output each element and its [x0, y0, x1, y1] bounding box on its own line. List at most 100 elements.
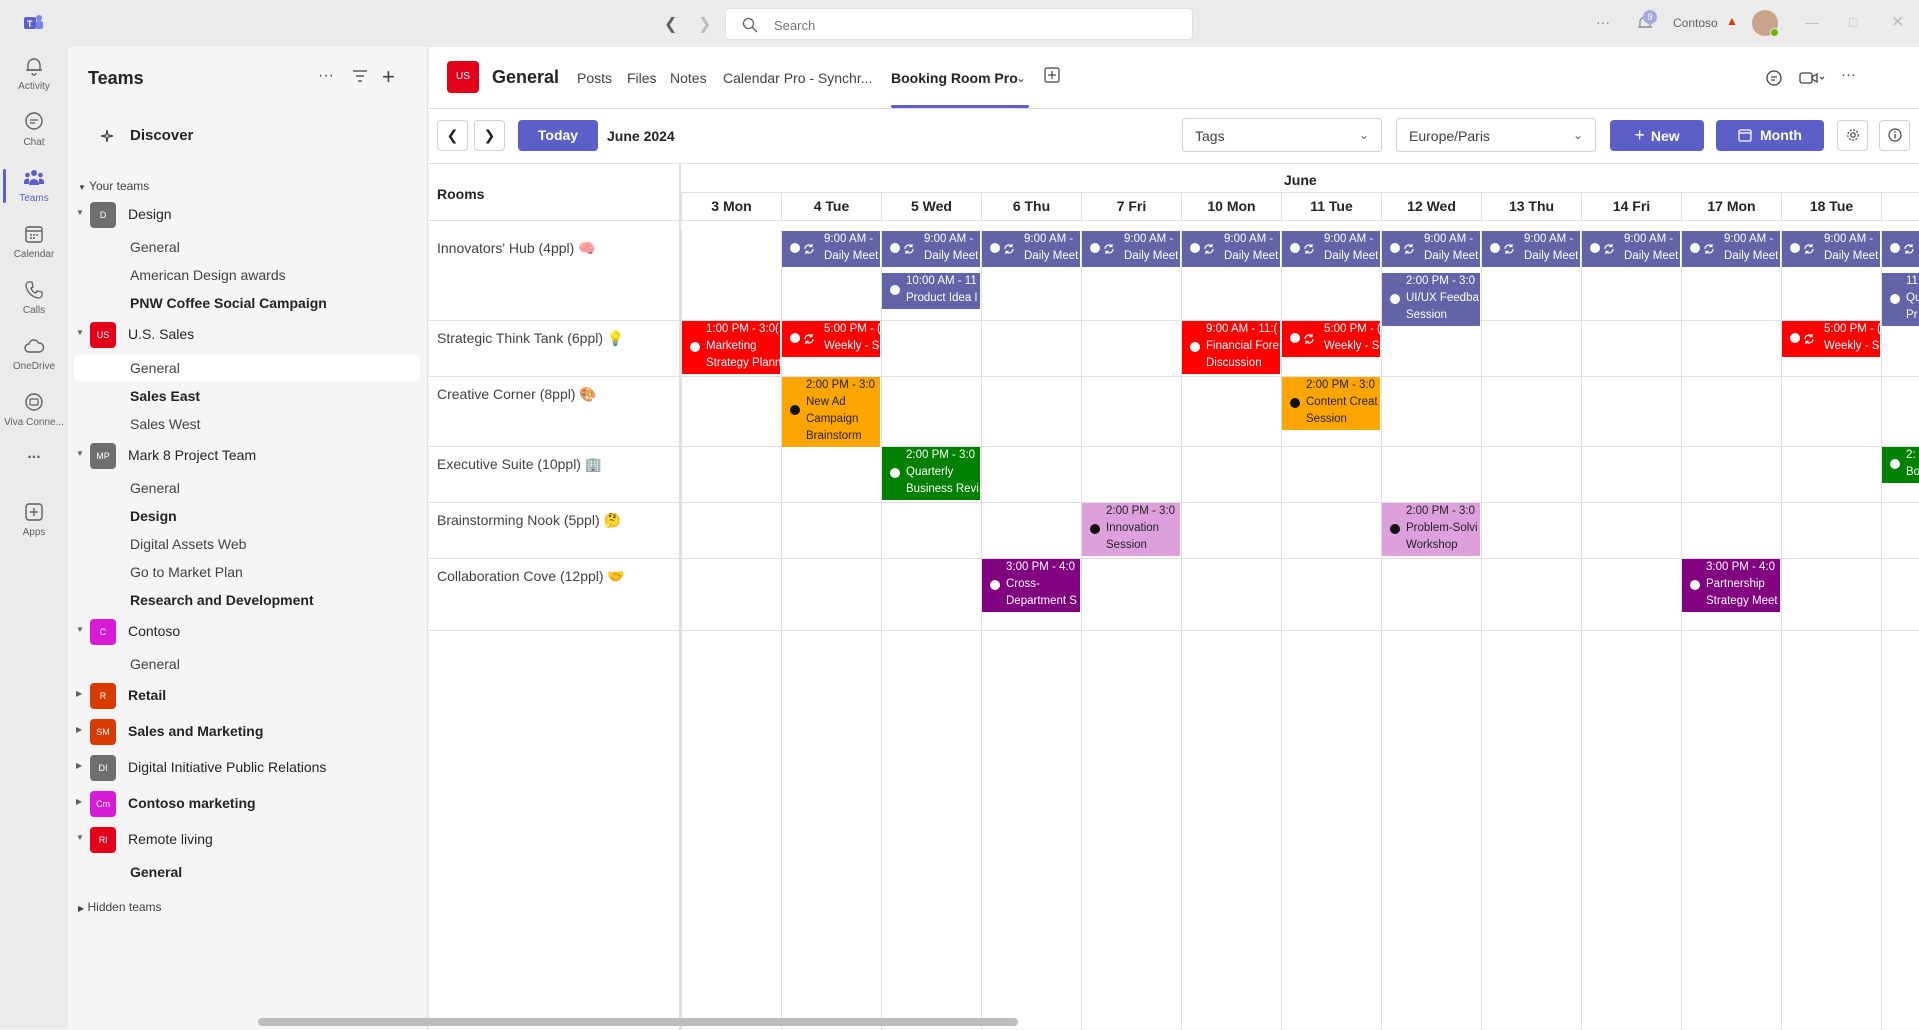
forward-arrow-icon[interactable]: ❯	[698, 14, 711, 34]
booking-event[interactable]: 1:00 PM - 3:0(Marketing Strategy Plann	[682, 321, 780, 374]
booking-event[interactable]: 2:00 PM - 3:0 Quarterly Business Revi	[882, 447, 980, 500]
more-options-icon[interactable]: ···	[318, 67, 334, 85]
booking-event[interactable]: 9:00 AM - Daily Meet	[1582, 231, 1680, 267]
more-options-icon[interactable]: ···	[1841, 66, 1856, 83]
more-apps-icon[interactable]: ...	[0, 445, 68, 499]
settings-button[interactable]	[1837, 120, 1868, 151]
booking-event[interactable]: 3:00 PM - 4:0 Cross- Department S	[982, 559, 1080, 612]
room-label[interactable]: Collaboration Cove (12ppl) 🤝	[437, 568, 625, 585]
rail-item-calendar[interactable]: Calendar	[0, 215, 68, 269]
booking-event[interactable]: 2:00 PM - 3:0 UI/UX Feedba Session	[1382, 273, 1480, 326]
team-us-sales[interactable]: ▼ US U.S. Sales	[76, 320, 420, 348]
rail-item-onedrive[interactable]: OneDrive	[0, 327, 68, 381]
close-icon[interactable]: ✕	[1891, 12, 1904, 32]
room-label[interactable]: Creative Corner (8ppl) 🎨	[437, 386, 597, 403]
booking-event[interactable]: 5:00 PM - (Weekly - S	[1782, 321, 1880, 357]
add-tab-icon[interactable]	[1044, 67, 1060, 86]
tab-calendar-pro[interactable]: Calendar Pro - Synchr...	[723, 70, 872, 86]
next-button[interactable]: ❯	[474, 120, 505, 151]
booking-event[interactable]: 9:00 AM - Daily Meet	[1282, 231, 1380, 267]
horizontal-scrollbar[interactable]	[258, 1018, 1018, 1026]
room-label[interactable]: Innovators' Hub (4ppl) 🧠	[437, 240, 596, 257]
tab-posts[interactable]: Posts	[577, 70, 612, 86]
org-name[interactable]: Contoso	[1673, 16, 1718, 30]
channel-general[interactable]: General	[74, 475, 420, 501]
previous-button[interactable]: ❮	[437, 120, 468, 151]
room-label[interactable]: Brainstorming Nook (5ppl) 🤔	[437, 512, 621, 529]
team-remote-living[interactable]: ▼ Rl Remote living	[76, 825, 420, 853]
channel-research-development[interactable]: Research and Development	[74, 587, 420, 613]
rail-item-viva[interactable]: Viva Conne...	[0, 383, 68, 437]
search-input[interactable]	[774, 15, 1174, 35]
booking-event[interactable]: 9:00 AM - Daily Meet	[1382, 231, 1480, 267]
more-options-icon[interactable]: ···	[1596, 14, 1610, 30]
tab-files[interactable]: Files	[627, 70, 657, 86]
booking-event[interactable]: 11 Qu Pr	[1882, 273, 1919, 326]
video-call-icon[interactable]	[1799, 69, 1825, 91]
channel-go-to-market[interactable]: Go to Market Plan	[74, 559, 420, 585]
booking-event[interactable]: 2: Bo	[1882, 447, 1919, 483]
hidden-teams-header[interactable]: ▶ Hidden teams	[78, 900, 162, 914]
booking-event[interactable]: 2:00 PM - 3:0 Content Creat Session	[1282, 377, 1380, 430]
booking-event[interactable]: 2:00 PM - 3:0 Innovation Session	[1082, 503, 1180, 556]
tab-booking-room-pro[interactable]: Booking Room Pro	[891, 70, 1018, 86]
booking-event[interactable]: 2:00 PM - 3:0 Problem-Solvi Workshop	[1382, 503, 1480, 556]
booking-event[interactable]: 5:00 PM - (Weekly - S	[782, 321, 880, 357]
booking-event[interactable]: 9:00 AM - Daily Meet	[1082, 231, 1180, 267]
room-label[interactable]: Executive Suite (10ppl) 🏢	[437, 456, 602, 473]
month-view-button[interactable]: Month	[1716, 120, 1824, 151]
booking-event[interactable]: 9:00 AM - Daily Meet	[882, 231, 980, 267]
booking-event[interactable]: 9:00 AM - Daily Meet	[1782, 231, 1880, 267]
tab-notes[interactable]: Notes	[670, 70, 707, 86]
booking-event[interactable]	[1882, 231, 1919, 267]
booking-event[interactable]: 9:00 AM - Daily Meet	[1682, 231, 1780, 267]
channel-digital-assets-web[interactable]: Digital Assets Web	[74, 531, 420, 557]
rail-item-activity[interactable]: Activity	[0, 47, 68, 101]
minimize-icon[interactable]: —	[1805, 14, 1819, 30]
channel-pnw-coffee-social[interactable]: PNW Coffee Social Campaign	[74, 290, 420, 316]
channel-general[interactable]: General	[74, 651, 420, 677]
rail-item-apps[interactable]: Apps	[0, 493, 68, 547]
team-mark8[interactable]: ▼ MP Mark 8 Project Team	[76, 441, 420, 469]
booking-event[interactable]: 2:00 PM - 3:0 New Ad Campaign Brainstorm	[782, 377, 880, 447]
booking-event[interactable]: 9:00 AM - Daily Meet	[782, 231, 880, 267]
booking-event[interactable]: 9:00 AM - Daily Meet	[1482, 231, 1580, 267]
team-contoso-marketing[interactable]: ▶ Cm Contoso marketing	[76, 789, 420, 817]
rail-item-calls[interactable]: Calls	[0, 271, 68, 325]
rail-item-chat[interactable]: Chat	[0, 103, 68, 157]
team-retail[interactable]: ▶ R Retail	[76, 681, 420, 709]
help-button[interactable]	[1879, 120, 1910, 151]
teams-logo-icon[interactable]: T	[22, 13, 44, 33]
your-teams-header[interactable]: ▼ Your teams	[78, 179, 149, 193]
back-arrow-icon[interactable]: ❮	[664, 14, 677, 34]
conversation-icon[interactable]	[1765, 69, 1783, 91]
channel-sales-west[interactable]: Sales West	[74, 411, 420, 437]
today-button[interactable]: Today	[518, 120, 598, 151]
booking-event[interactable]: 9:00 AM - 11:(Financial Fore Discussion	[1182, 321, 1280, 374]
team-contoso[interactable]: ▼ C Contoso	[76, 617, 420, 645]
team-sales-marketing[interactable]: ▶ SM Sales and Marketing	[76, 717, 420, 745]
booking-event[interactable]: 10:00 AM - 11 Product Idea I	[882, 273, 980, 309]
add-team-icon[interactable]: +	[382, 64, 395, 90]
filter-icon[interactable]	[352, 69, 368, 88]
team-design[interactable]: ▼ D Design	[76, 200, 420, 228]
timezone-select[interactable]: Europe/Paris ⌄	[1396, 118, 1596, 152]
maximize-icon[interactable]: □	[1849, 14, 1857, 30]
new-button[interactable]: + New	[1610, 120, 1704, 151]
channel-general-selected[interactable]: General	[74, 355, 420, 381]
booking-event[interactable]: 9:00 AM - Daily Meet	[982, 231, 1080, 267]
tags-select[interactable]: Tags ⌄	[1182, 118, 1382, 152]
booking-event[interactable]: 3:00 PM - 4:0 Partnership Strategy Meet	[1682, 559, 1780, 612]
channel-design[interactable]: Design	[74, 503, 420, 529]
booking-event[interactable]: 9:00 AM - Daily Meet	[1182, 231, 1280, 267]
team-digital-initiative[interactable]: ▶ DI Digital Initiative Public Relations	[76, 753, 420, 781]
channel-general[interactable]: General	[74, 859, 420, 885]
channel-sales-east[interactable]: Sales East	[74, 383, 420, 409]
rail-item-teams[interactable]: Teams	[0, 159, 68, 213]
chevron-down-icon[interactable]: ⌄	[1016, 71, 1026, 85]
room-label[interactable]: Strategic Think Tank (6ppl) 💡	[437, 330, 624, 347]
channel-general[interactable]: General	[74, 234, 420, 260]
channel-american-design-awards[interactable]: American Design awards	[74, 262, 420, 288]
search-box[interactable]	[725, 8, 1193, 40]
booking-event[interactable]: 5:00 PM - (Weekly - S	[1282, 321, 1380, 357]
